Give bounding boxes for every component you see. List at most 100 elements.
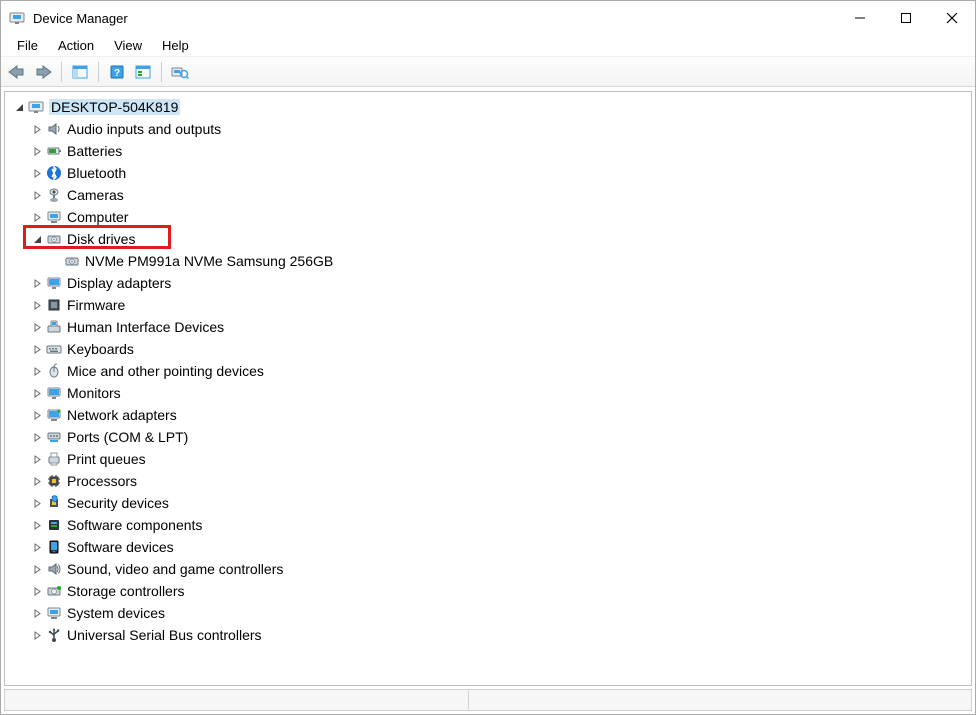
disk-icon (45, 230, 63, 248)
tree-category-display[interactable]: Display adapters (5, 272, 971, 294)
expand-toggle[interactable] (29, 473, 45, 489)
help-button[interactable]: ? (105, 60, 129, 84)
menu-file[interactable]: File (7, 36, 48, 55)
expand-toggle[interactable] (29, 319, 45, 335)
tree-category-system[interactable]: System devices (5, 602, 971, 624)
expand-toggle[interactable] (29, 209, 45, 225)
tree-category-label: Disk drives (67, 231, 135, 247)
toolbar: ? (1, 57, 975, 87)
sound-icon (45, 560, 63, 578)
tree-category-computer[interactable]: Computer (5, 206, 971, 228)
tree-category-swcomp[interactable]: Software components (5, 514, 971, 536)
expand-toggle[interactable] (29, 121, 45, 137)
tree-category-bluetooth[interactable]: Bluetooth (5, 162, 971, 184)
tree-category-ports[interactable]: Ports (COM & LPT) (5, 426, 971, 448)
menu-help[interactable]: Help (152, 36, 199, 55)
tree-root[interactable]: DESKTOP-504K819 (5, 96, 971, 118)
swdev-icon (45, 538, 63, 556)
expand-toggle[interactable] (29, 165, 45, 181)
window-title: Device Manager (33, 11, 837, 26)
tree-category-hid[interactable]: Human Interface Devices (5, 316, 971, 338)
tree-category-label: Batteries (67, 143, 122, 159)
tree-category-storage[interactable]: Storage controllers (5, 580, 971, 602)
expand-toggle[interactable] (29, 561, 45, 577)
expand-toggle[interactable] (29, 627, 45, 643)
tree-category-label: Ports (COM & LPT) (67, 429, 188, 445)
scan-hardware-button[interactable] (168, 60, 192, 84)
tree-category-label: Storage controllers (67, 583, 185, 599)
expand-toggle[interactable] (29, 385, 45, 401)
tree-category-monitors[interactable]: Monitors (5, 382, 971, 404)
tree-category-security[interactable]: Security devices (5, 492, 971, 514)
expand-toggle[interactable] (29, 539, 45, 555)
tree-category-cameras[interactable]: Cameras (5, 184, 971, 206)
tree-category-label: Bluetooth (67, 165, 126, 181)
tree-category-batteries[interactable]: Batteries (5, 140, 971, 162)
firmware-icon (45, 296, 63, 314)
expand-toggle[interactable] (11, 99, 27, 115)
tree-category-swdev[interactable]: Software devices (5, 536, 971, 558)
processors-icon (45, 472, 63, 490)
expand-toggle[interactable] (29, 495, 45, 511)
expand-toggle[interactable] (29, 451, 45, 467)
keyboards-icon (45, 340, 63, 358)
properties-button[interactable] (131, 60, 155, 84)
tree-category-firmware[interactable]: Firmware (5, 294, 971, 316)
mice-icon (45, 362, 63, 380)
menu-action[interactable]: Action (48, 36, 104, 55)
expand-toggle[interactable] (29, 583, 45, 599)
expand-toggle[interactable] (29, 297, 45, 313)
tree-category-mice[interactable]: Mice and other pointing devices (5, 360, 971, 382)
back-button[interactable] (5, 60, 29, 84)
tree-device-disk0[interactable]: NVMe PM991a NVMe Samsung 256GB (5, 250, 971, 272)
expand-toggle[interactable] (29, 605, 45, 621)
expand-toggle[interactable] (29, 517, 45, 533)
forward-button[interactable] (31, 60, 55, 84)
show-hide-console-tree-button[interactable] (68, 60, 92, 84)
menu-view[interactable]: View (104, 36, 152, 55)
tree-category-label: Network adapters (67, 407, 177, 423)
computer-icon (27, 98, 45, 116)
tree-category-label: Processors (67, 473, 137, 489)
expand-toggle[interactable] (29, 341, 45, 357)
tree-category-label: Cameras (67, 187, 124, 203)
expand-toggle[interactable] (29, 363, 45, 379)
tree-category-label: Firmware (67, 297, 125, 313)
maximize-button[interactable] (883, 2, 929, 34)
expand-toggle[interactable] (29, 429, 45, 445)
tree-category-label: Human Interface Devices (67, 319, 224, 335)
display-icon (45, 274, 63, 292)
device-tree[interactable]: DESKTOP-504K819 Audio inputs and outputs… (4, 91, 972, 686)
tree-category-usb[interactable]: Universal Serial Bus controllers (5, 624, 971, 646)
toolbar-separator (61, 62, 62, 82)
tree-category-processors[interactable]: Processors (5, 470, 971, 492)
tree-category-sound[interactable]: Sound, video and game controllers (5, 558, 971, 580)
tree-category-network[interactable]: Network adapters (5, 404, 971, 426)
status-bar (4, 689, 972, 711)
cameras-icon (45, 186, 63, 204)
security-icon (45, 494, 63, 512)
expand-toggle[interactable] (29, 143, 45, 159)
network-icon (45, 406, 63, 424)
tree-spacer (47, 253, 63, 269)
close-button[interactable] (929, 2, 975, 34)
expand-toggle[interactable] (29, 231, 45, 247)
titlebar: Device Manager (1, 1, 975, 35)
tree-category-audio[interactable]: Audio inputs and outputs (5, 118, 971, 140)
tree-category-label: Audio inputs and outputs (67, 121, 221, 137)
audio-icon (45, 120, 63, 138)
minimize-button[interactable] (837, 2, 883, 34)
usb-icon (45, 626, 63, 644)
svg-text:?: ? (114, 68, 120, 79)
tree-category-label: Computer (67, 209, 128, 225)
expand-toggle[interactable] (29, 187, 45, 203)
tree-category-printq[interactable]: Print queues (5, 448, 971, 470)
bluetooth-icon (45, 164, 63, 182)
tree-category-keyboards[interactable]: Keyboards (5, 338, 971, 360)
tree-category-label: Software devices (67, 539, 174, 555)
tree-category-label: Security devices (67, 495, 169, 511)
expand-toggle[interactable] (29, 407, 45, 423)
expand-toggle[interactable] (29, 275, 45, 291)
menu-bar: File Action View Help (1, 35, 975, 57)
tree-category-disk[interactable]: Disk drives (5, 228, 971, 250)
